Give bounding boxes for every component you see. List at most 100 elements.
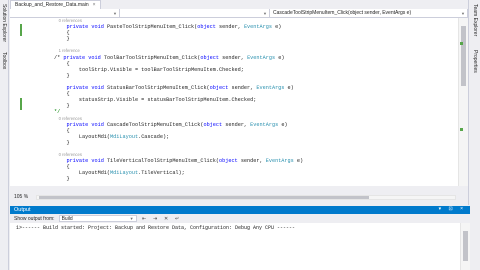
solution-explorer-tab[interactable]: Solution Explorer (1, 4, 7, 42)
chevron-down-icon: ▼ (113, 10, 117, 16)
code-token: e) (271, 24, 282, 31)
toolbox-tab[interactable]: Toolbox (1, 52, 7, 69)
code-token: e) (275, 54, 285, 61)
code-token: private (66, 121, 89, 128)
zoom-level[interactable]: 105 % (10, 194, 28, 200)
code-line[interactable]: } (54, 176, 458, 182)
left-tool-strip: Solution Explorer Toolbox (0, 0, 9, 270)
code-token: */ (54, 109, 61, 116)
code-lens-reference[interactable]: 1 reference (54, 48, 80, 53)
code-text[interactable]: 0 references private void PasteToolStrip… (54, 18, 458, 183)
code-token: sender, (222, 121, 251, 128)
chevron-down-icon: ▼ (461, 10, 465, 16)
code-token: /* (54, 54, 64, 61)
code-token: void (88, 54, 101, 61)
code-token: sender, (219, 54, 248, 61)
output-text[interactable]: 1>------ Build started: Project: Backup … (10, 223, 460, 270)
team-explorer-tab[interactable]: Team Explorer (472, 4, 478, 36)
code-token: } (54, 103, 70, 110)
code-token: CascadeToolStripMenuItem_Click( (103, 121, 204, 128)
code-lens-reference[interactable]: 0 references (54, 152, 82, 157)
output-panel-header: Output ▾ ⊡ × (10, 206, 470, 214)
code-token: StatusBarToolStripMenuItem_Click( (103, 85, 210, 92)
code-token: PasteToolStripMenuItem_Click( (103, 24, 198, 31)
clear-all-icon[interactable]: ✕ (163, 215, 170, 222)
scrollbar-thumb[interactable] (463, 231, 468, 261)
code-token: statusStrip.Visible = statusBarToolStrip… (54, 97, 257, 104)
close-icon[interactable]: × (93, 2, 96, 8)
code-token: sender, (228, 85, 257, 92)
code-token: .Cascade); (138, 133, 170, 140)
scrollbar-thumb[interactable] (39, 195, 370, 199)
code-token: sender, (215, 24, 244, 31)
output-toolbar: Show output from: Build ▼ ⇤ ⇥ ✕ ↵ (10, 214, 470, 223)
code-token: } (54, 36, 70, 43)
properties-tab[interactable]: Properties (472, 50, 478, 73)
code-token: void (91, 121, 104, 128)
code-token: LayoutMdi( (54, 170, 111, 177)
output-panel-title: Output (14, 207, 31, 213)
code-token: e) (284, 85, 294, 92)
project-dropdown[interactable]: ▼ (10, 9, 120, 17)
code-token: } (54, 139, 70, 146)
code-token: void (91, 85, 104, 92)
editor-horizontal-scrollbar[interactable] (36, 194, 457, 200)
code-token: e) (293, 158, 304, 165)
code-token: EventArgs (250, 121, 279, 128)
code-token: void (91, 158, 104, 165)
chevron-down-icon: ▼ (129, 216, 134, 221)
type-dropdown[interactable]: ▼ (120, 9, 270, 17)
code-token: void (91, 24, 104, 31)
editor-status-row: 105 % (10, 193, 468, 201)
code-token: MdiLayout (110, 170, 139, 177)
code-token: e) (278, 121, 288, 128)
code-lens-reference[interactable]: 0 references (54, 18, 82, 23)
document-tab-bar: Backup_and_Restore_Data.main × (10, 0, 468, 9)
code-token: EventArgs (243, 24, 272, 31)
member-dropdown[interactable]: CascadeToolStripMenuItem_Click(object se… (270, 9, 468, 17)
code-token: toolStrip.Visible = toolBarToolStripMenu… (54, 66, 244, 73)
code-token: LayoutMdi( (54, 133, 111, 140)
code-token: EventArgs (265, 158, 294, 165)
code-token: private (66, 85, 89, 92)
code-token: EventArgs (247, 54, 276, 61)
code-token: .TileVertical); (138, 170, 185, 177)
code-token: MdiLayout (110, 133, 139, 140)
code-token: EventArgs (256, 85, 285, 92)
code-token: private (66, 158, 89, 165)
output-source-value: Build (61, 215, 73, 222)
code-editor[interactable]: 0 references private void PasteToolStrip… (10, 18, 458, 186)
code-token: private (66, 24, 89, 31)
code-token: object (209, 85, 229, 92)
editor-vertical-scrollbar[interactable] (458, 18, 468, 186)
code-token: } (54, 72, 70, 79)
word-wrap-icon[interactable]: ↵ (174, 215, 181, 222)
find-message-icon[interactable]: ⇤ (141, 215, 148, 222)
code-token: ToolBarToolStripMenuItem_Click( (100, 54, 201, 61)
change-marker (460, 42, 463, 45)
panel-window-buttons[interactable]: ▾ ⊡ × (439, 206, 466, 212)
code-token: { (54, 127, 70, 134)
change-marker (20, 98, 22, 110)
code-token: { (54, 30, 70, 37)
code-token: object (219, 158, 238, 165)
code-token: TileVerticalToolStripMenuItem_Click( (103, 158, 220, 165)
code-token: } (54, 176, 70, 183)
code-token: sender, (237, 158, 266, 165)
change-marker (460, 128, 463, 131)
scrollbar-thumb[interactable] (461, 26, 466, 86)
code-token: object (200, 54, 220, 61)
change-marker (20, 24, 22, 36)
right-tool-strip: Team Explorer Properties (468, 0, 480, 205)
document-tab[interactable]: Backup_and_Restore_Data.main × (10, 0, 101, 9)
code-token: object (197, 24, 216, 31)
output-source-select[interactable]: Build ▼ (58, 215, 137, 222)
next-message-icon[interactable]: ⇥ (152, 215, 159, 222)
show-output-label: Show output from: (14, 215, 55, 222)
output-vertical-scrollbar[interactable] (460, 223, 470, 270)
code-lens-reference[interactable]: 0 references (54, 116, 82, 121)
